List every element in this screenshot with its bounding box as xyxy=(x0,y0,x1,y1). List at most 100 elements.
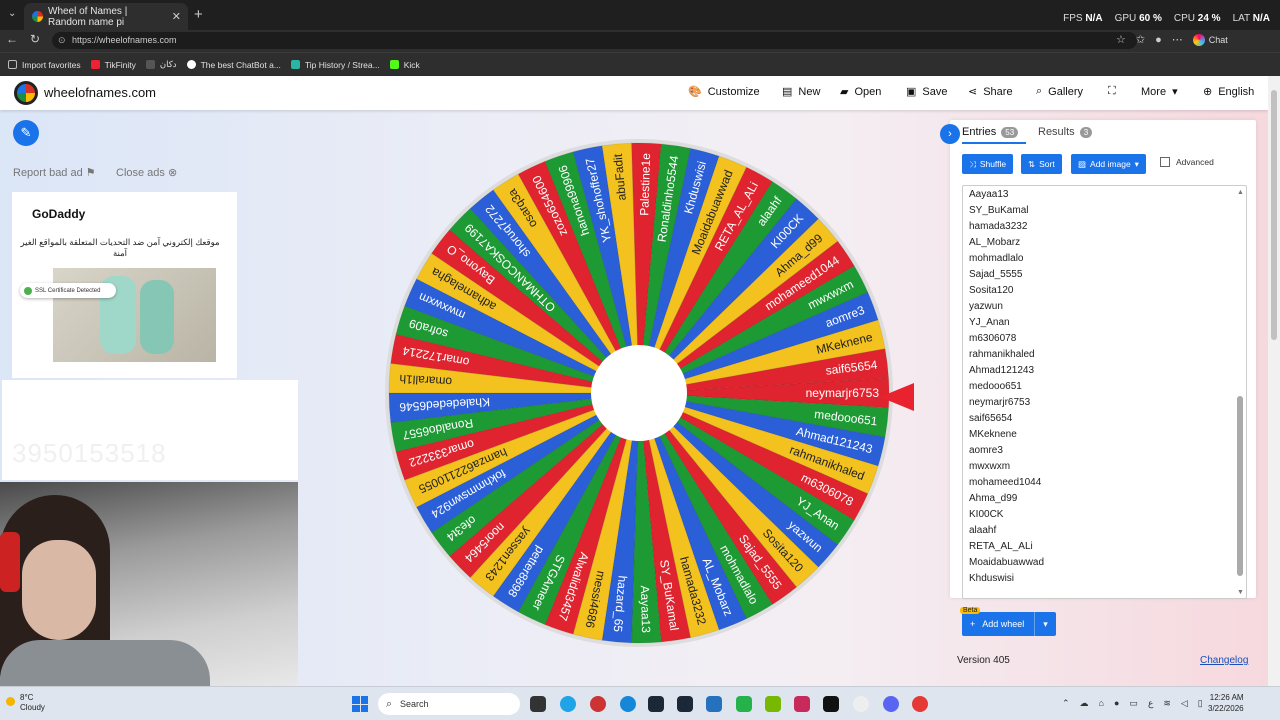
edge-app-icon[interactable] xyxy=(560,696,576,712)
language-icon[interactable]: ع xyxy=(1148,698,1153,709)
browser-tab[interactable]: Wheel of Names | Random name pi ✕ xyxy=(24,3,188,30)
scroll-up-arrow-icon[interactable]: ▲ xyxy=(1237,189,1244,196)
share-button[interactable]: ⋖ Share xyxy=(968,85,1013,99)
entry-item[interactable]: MKeknene xyxy=(969,427,1240,443)
site-brand[interactable]: wheelofnames.com xyxy=(44,85,156,100)
entry-item[interactable]: Ahma_d99 xyxy=(969,491,1240,507)
tab-results[interactable]: Results 3 xyxy=(1038,126,1093,138)
entry-item[interactable]: Khduswisi xyxy=(969,571,1240,587)
tiktok-icon[interactable] xyxy=(823,696,839,712)
entry-item[interactable]: mohameed1044 xyxy=(969,475,1240,491)
entries-scrollbar[interactable] xyxy=(1237,396,1243,576)
new-button[interactable]: ▤ New xyxy=(782,85,820,99)
url-input[interactable]: https://wheelofnames.com xyxy=(52,32,1137,49)
more-menu-icon[interactable]: ⋯ xyxy=(1172,33,1183,46)
entry-item[interactable]: rahmanikhaled xyxy=(969,347,1240,363)
entry-item[interactable]: SY_BuKamal xyxy=(969,203,1240,219)
discord-icon[interactable] xyxy=(883,696,899,712)
profile-avatar-icon[interactable]: ● xyxy=(1155,34,1162,46)
entry-item[interactable]: m6306078 xyxy=(969,331,1240,347)
gallery-button[interactable]: ⌕ Gallery xyxy=(1036,85,1083,98)
add-wheel-button[interactable]: + Add wheel ▾ xyxy=(962,612,1056,636)
network-icon[interactable]: ⌂ xyxy=(1099,698,1104,709)
wifi-icon[interactable]: ≋ xyxy=(1163,698,1171,709)
chat-button[interactable]: Chat xyxy=(1192,33,1228,46)
favorite-star-icon[interactable]: ☆ xyxy=(1116,33,1126,46)
fullscreen-button[interactable]: ⛶ xyxy=(1108,85,1116,98)
scroll-down-arrow-icon[interactable]: ▼ xyxy=(1237,589,1244,596)
customize-button[interactable]: 🎨 Customize xyxy=(688,85,760,99)
edge-browser-icon[interactable] xyxy=(620,696,636,712)
advanced-checkbox[interactable]: Advanced xyxy=(1160,157,1214,167)
reload-icon[interactable]: ↻ xyxy=(30,32,40,46)
save-button[interactable]: ▣ Save xyxy=(906,85,947,99)
entry-item[interactable]: yazwun xyxy=(969,299,1240,315)
steam-app-icon[interactable] xyxy=(677,696,693,712)
shuffle-button[interactable]: ⤨ Shuffle xyxy=(962,154,1014,174)
entry-item[interactable]: AL_Mobarz xyxy=(969,235,1240,251)
battery-icon[interactable]: ▯ xyxy=(1198,698,1203,709)
entry-item[interactable]: RETA_AL_ALi xyxy=(969,539,1240,555)
entry-item[interactable]: medooo651 xyxy=(969,379,1240,395)
add-image-button[interactable]: ▨ Add image ▾ xyxy=(1071,154,1146,174)
new-tab-button[interactable]: + xyxy=(194,6,203,23)
bookmark-tip-history[interactable]: Tip History / Strea... xyxy=(290,60,380,70)
store-icon[interactable] xyxy=(706,696,722,712)
name-wheel[interactable]: neymarjr6753medooo651Ahmad121243rahmanik… xyxy=(384,138,894,648)
app-icon[interactable] xyxy=(736,696,752,712)
entry-item[interactable]: KI00CK xyxy=(969,507,1240,523)
favorites-icon[interactable]: ✩ xyxy=(1136,33,1145,46)
microphone-icon[interactable]: ● xyxy=(1114,698,1119,709)
close-ads-link[interactable]: Close ads ⊗ xyxy=(116,166,177,179)
wheel-center-hub[interactable] xyxy=(591,345,687,441)
entry-item[interactable]: Sajad_5555 xyxy=(969,267,1240,283)
entry-item[interactable]: Moaidabuawwad xyxy=(969,555,1240,571)
page-scrollbar-thumb[interactable] xyxy=(1271,90,1277,340)
edit-pencil-button[interactable]: ✎ xyxy=(13,120,39,146)
chrome-icon[interactable] xyxy=(853,696,869,712)
checkbox-icon[interactable] xyxy=(1160,157,1170,167)
entry-item[interactable]: aomre3 xyxy=(969,443,1240,459)
weather-widget[interactable]: 8°C Cloudy xyxy=(20,693,45,713)
entry-item[interactable]: Sosita120 xyxy=(969,283,1240,299)
tab-list-chevron-icon[interactable]: ⌄ xyxy=(8,8,16,19)
entry-item[interactable]: Aayaa13 xyxy=(969,187,1240,203)
entry-item[interactable]: alaahf xyxy=(969,523,1240,539)
more-button[interactable]: More ▾ xyxy=(1141,85,1178,99)
cloud-icon[interactable]: ☁ xyxy=(1080,698,1089,709)
tab-entries[interactable]: Entries 53 xyxy=(962,126,1019,138)
taskbar-search[interactable]: Search xyxy=(378,693,520,715)
open-button[interactable]: ▰ Open xyxy=(840,85,881,99)
entries-textarea[interactable]: Aayaa13 SY_BuKamal hamada3232 AL_Mobarz mohm… xyxy=(962,185,1247,599)
entry-item[interactable]: mwxwxm xyxy=(969,459,1240,475)
windows-start-icon[interactable] xyxy=(352,696,368,712)
nvidia-icon[interactable] xyxy=(765,696,781,712)
app-icon[interactable] xyxy=(590,696,606,712)
app-icon[interactable] xyxy=(912,696,928,712)
language-button[interactable]: ⊕ English xyxy=(1203,85,1254,99)
bookmark-tikfinity[interactable]: TikFinity xyxy=(90,60,136,70)
app-icon[interactable] xyxy=(794,696,810,712)
report-bad-ad-link[interactable]: Report bad ad ⚑ xyxy=(13,166,96,179)
bookmark-dukan[interactable]: دكان xyxy=(145,59,177,70)
changelog-link[interactable]: Changelog xyxy=(1200,655,1248,666)
back-arrow-icon[interactable]: ← xyxy=(6,32,18,46)
bookmark-import-favorites[interactable]: Import favorites xyxy=(8,60,81,70)
collapse-panel-chevron-icon[interactable]: › xyxy=(940,124,960,144)
entry-item[interactable]: neymarjr6753 xyxy=(969,395,1240,411)
entry-item[interactable]: mohmadlalo xyxy=(969,251,1240,267)
taskbar-clock[interactable]: 12:26 AM 3/22/2026 xyxy=(1208,692,1244,714)
entry-item[interactable]: saif65654 xyxy=(969,411,1240,427)
caret-down-icon[interactable]: ▾ xyxy=(1034,612,1056,636)
site-logo[interactable] xyxy=(14,81,38,105)
chevron-up-icon[interactable]: ⌃ xyxy=(1062,698,1070,709)
task-view-icon[interactable] xyxy=(530,696,546,712)
steam-icon[interactable] xyxy=(648,696,664,712)
bookmark-kick[interactable]: Kick xyxy=(389,60,420,70)
sort-button[interactable]: ⇅ Sort xyxy=(1021,154,1062,174)
volume-icon[interactable]: ◁ xyxy=(1181,698,1188,709)
close-tab-icon[interactable]: ✕ xyxy=(172,10,181,23)
entry-item[interactable]: Ahmad121243 xyxy=(969,363,1240,379)
bookmark-chatbot[interactable]: The best ChatBot a... xyxy=(186,60,281,70)
entry-item[interactable]: hamada3232 xyxy=(969,219,1240,235)
